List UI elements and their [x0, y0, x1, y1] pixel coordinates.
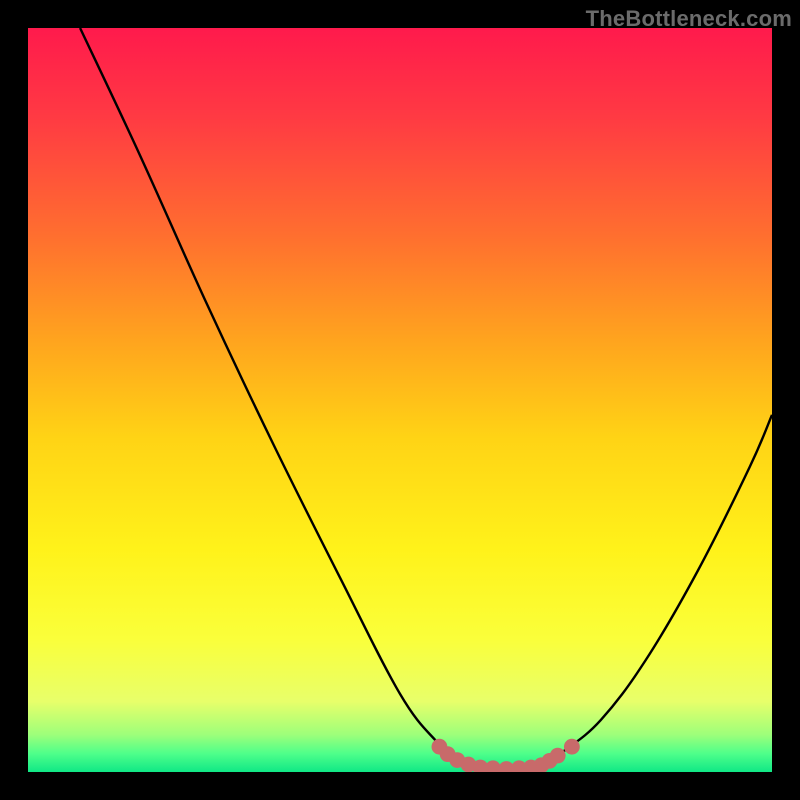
- marker-dot: [565, 740, 579, 754]
- marker-dot: [486, 761, 500, 772]
- gradient-background: [28, 28, 772, 772]
- watermark-text: TheBottleneck.com: [586, 6, 792, 32]
- chart-svg: [28, 28, 772, 772]
- marker-dot: [474, 761, 488, 772]
- plot-area: [28, 28, 772, 772]
- chart-frame: TheBottleneck.com: [0, 0, 800, 800]
- marker-dot: [500, 762, 514, 772]
- marker-dot: [551, 749, 565, 763]
